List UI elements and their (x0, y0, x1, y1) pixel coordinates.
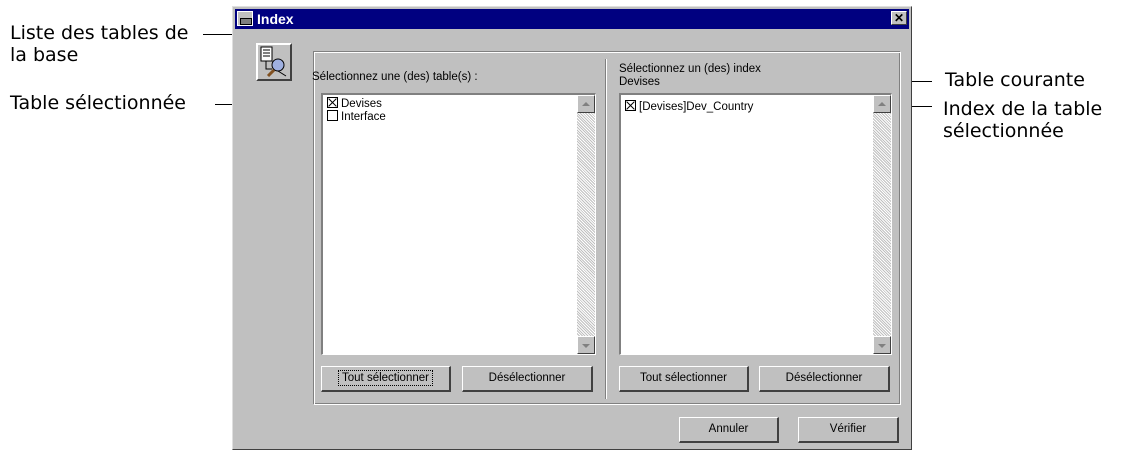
scroll-down-button[interactable] (873, 336, 891, 354)
current-table-name: Devises (619, 76, 660, 88)
checkbox-unchecked-icon[interactable] (327, 110, 338, 121)
checkbox-checked-icon[interactable] (327, 97, 338, 108)
arrow-up-icon (582, 102, 590, 106)
right-panel-label: Sélectionnez un (des) index (619, 63, 761, 75)
left-panel-label: Sélectionnez une (des) table(s) : (312, 71, 478, 83)
index-dialog: Index ✕ Sélectionnez une (des) table(s) … (232, 6, 912, 450)
arrow-down-icon (582, 344, 590, 348)
arrow-up-icon (878, 102, 886, 106)
panel-separator (605, 59, 606, 399)
close-button[interactable]: ✕ (891, 11, 907, 25)
index-listbox[interactable]: [Devises]Dev_Country (619, 93, 892, 355)
deselect-indexes-button[interactable]: Désélectionner (759, 366, 890, 392)
table-listbox[interactable]: Devises Interface (321, 93, 596, 355)
cancel-label: Annuler (708, 423, 749, 435)
list-item-devises[interactable]: Devises (327, 97, 382, 111)
annotation-selected-table: Table sélectionnée (10, 92, 186, 114)
annotation-table-list-line1: Liste des tables de (10, 22, 189, 44)
list-item-dev-country[interactable]: [Devises]Dev_Country (625, 100, 753, 114)
annotation-table-list-line2: la base (10, 44, 79, 66)
annotation-selected-table-index: Index de la table sélectionnée (943, 98, 1102, 142)
annotation-index-line1: Index de la table (943, 98, 1103, 120)
checkbox-checked-icon[interactable] (625, 100, 636, 111)
select-all-indexes-button[interactable]: Tout sélectionner (619, 366, 749, 392)
select-all-tables-label: Tout sélectionner (338, 370, 433, 386)
annotation-table-list: Liste des tables de la base (10, 22, 188, 66)
annotation-index-line2: sélectionnée (943, 120, 1064, 142)
select-all-tables-button[interactable]: Tout sélectionner (321, 366, 451, 392)
scroll-down-button[interactable] (577, 336, 595, 354)
list-item-label: Devises (341, 98, 382, 110)
deselect-tables-label: Désélectionner (488, 372, 566, 384)
title-bar[interactable]: Index ✕ (235, 9, 909, 29)
arrow-down-icon (878, 344, 886, 348)
deselect-tables-button[interactable]: Désélectionner (462, 366, 593, 392)
verify-button[interactable]: Vérifier (798, 417, 899, 443)
vertical-scrollbar[interactable] (577, 95, 595, 354)
index-tool-icon-graphic (260, 46, 287, 78)
list-item-interface[interactable]: Interface (327, 110, 386, 124)
verify-label: Vérifier (829, 423, 867, 435)
list-item-label: [Devises]Dev_Country (639, 101, 754, 113)
app-icon (237, 11, 253, 26)
vertical-scrollbar[interactable] (873, 95, 891, 354)
window-title: Index (257, 11, 294, 27)
scroll-up-button[interactable] (577, 95, 595, 113)
index-tool-icon (256, 43, 292, 81)
scroll-up-button[interactable] (873, 95, 891, 113)
cancel-button[interactable]: Annuler (679, 417, 779, 443)
select-all-indexes-label: Tout sélectionner (640, 372, 727, 384)
annotation-current-table: Table courante (945, 69, 1085, 91)
list-item-label: Interface (341, 111, 386, 123)
deselect-indexes-label: Désélectionner (785, 372, 863, 384)
